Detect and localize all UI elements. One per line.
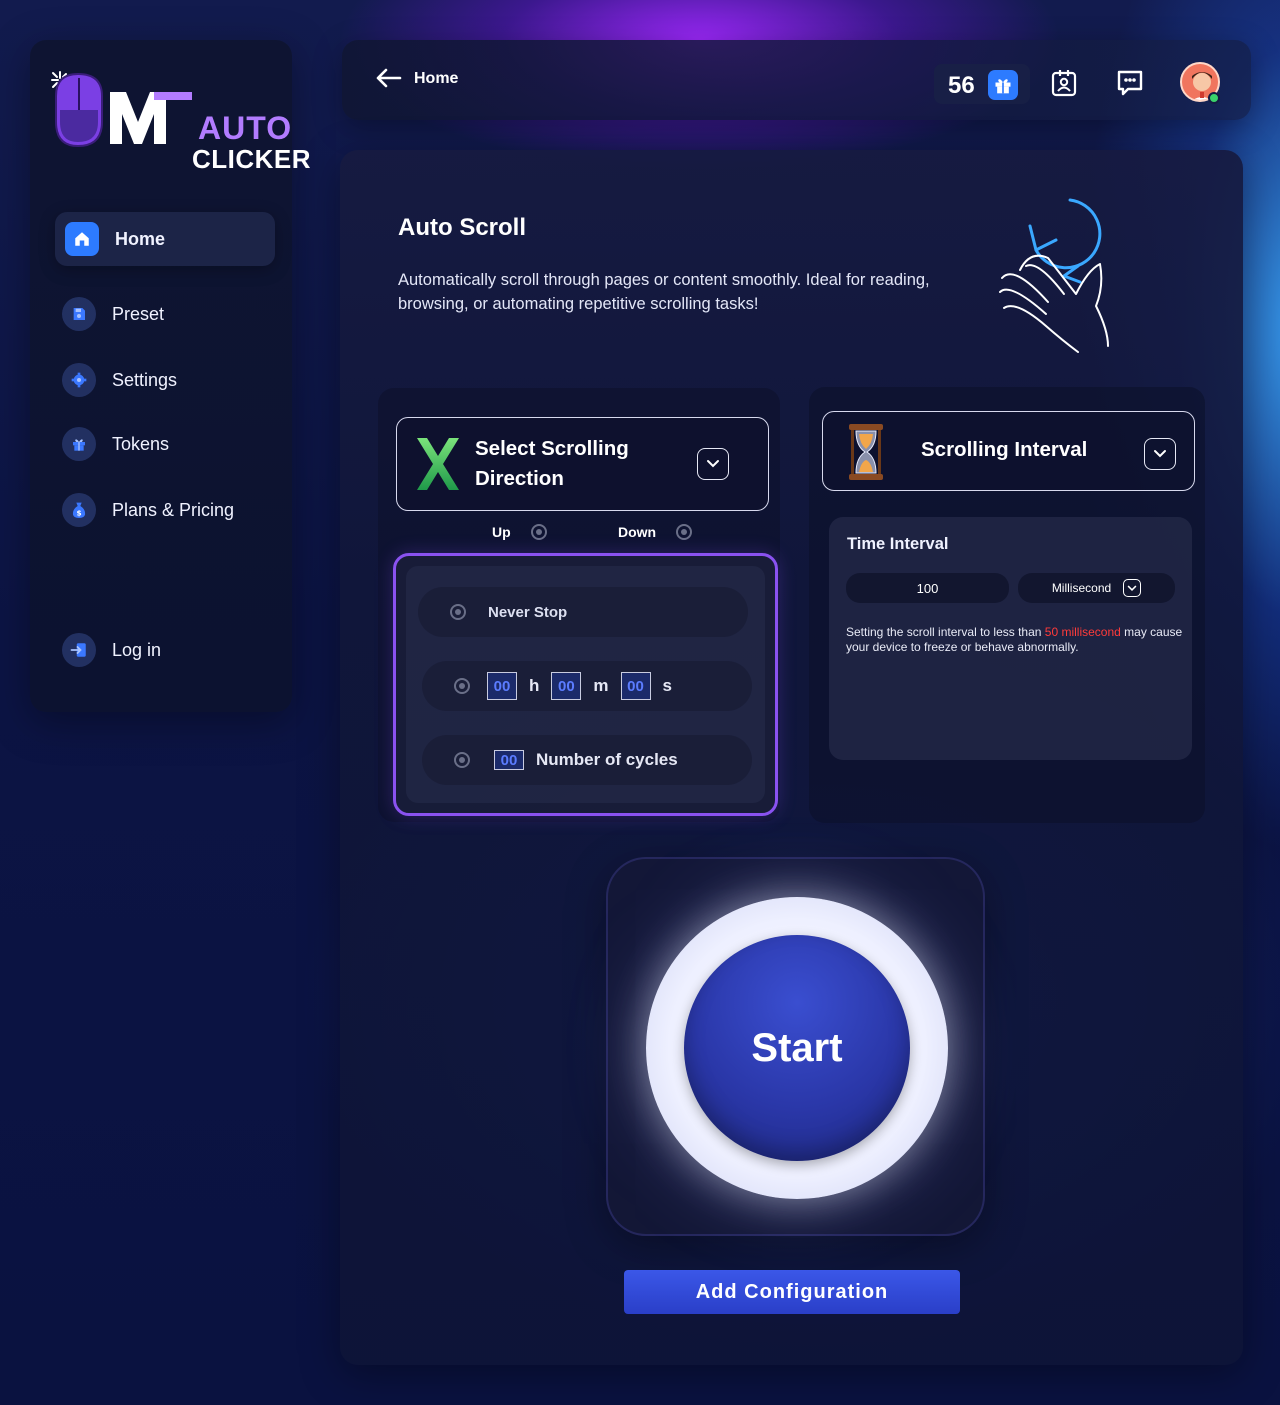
direction-down-radio[interactable]	[676, 524, 693, 540]
token-balance[interactable]: 56	[934, 64, 1030, 104]
minutes-input[interactable]: 00	[551, 672, 582, 700]
duration-option[interactable]: 00 h 00 m 00 s	[422, 661, 752, 711]
cycles-input[interactable]: 00	[494, 750, 524, 770]
login-icon	[62, 633, 96, 667]
start-panel: Start	[606, 857, 985, 1236]
logo-text-clicker: CLICKER	[192, 144, 312, 174]
never-stop-label: Never Stop	[488, 603, 568, 621]
direction-option-up[interactable]: Up	[492, 524, 547, 540]
hours-unit: h	[529, 676, 540, 695]
breadcrumb[interactable]: Home	[414, 70, 458, 88]
logo-text-auto: AUTO	[198, 110, 293, 146]
direction-option-label: Down	[618, 524, 657, 540]
direction-up-radio[interactable]	[530, 524, 547, 540]
time-interval-label: Time Interval	[847, 535, 949, 553]
chevron-down-icon[interactable]	[697, 448, 729, 480]
sidebar-item-label: Plans & Pricing	[112, 499, 235, 520]
scroll-interval-label: Scrolling Interval	[921, 438, 1088, 461]
scroll-direction-label: Select Scrolling Direction	[475, 437, 629, 490]
chevron-down-icon[interactable]	[1144, 438, 1176, 470]
gift-icon	[62, 427, 96, 461]
sidebar-item-home[interactable]: Home	[55, 212, 275, 266]
never-stop-option[interactable]: Never Stop	[418, 587, 748, 637]
direction-option-down[interactable]: Down	[618, 524, 693, 540]
save-icon	[62, 297, 96, 331]
minutes-unit: m	[593, 676, 609, 695]
sidebar-item-label: Tokens	[112, 433, 170, 454]
svg-text:$: $	[76, 508, 81, 517]
seconds-unit: s	[662, 676, 672, 695]
main-panel: Auto Scroll Automatically scroll through…	[340, 150, 1243, 1365]
page-description: Automatically scroll through pages or co…	[398, 271, 930, 313]
interval-warning: Setting the scroll interval to less than…	[846, 625, 1183, 654]
login-button[interactable]: Log in	[56, 624, 274, 676]
back-arrow-icon[interactable]	[372, 62, 404, 94]
sidebar-item-settings[interactable]: Settings	[56, 354, 274, 406]
sidebar-item-label: Home	[115, 228, 166, 249]
top-bar: Home 56	[342, 40, 1251, 120]
start-ring: Start	[646, 897, 948, 1199]
stop-condition-panel: Never Stop 00 h 00 m 00 s 00 Number of c…	[393, 553, 778, 816]
cycles-label: Number of cycles	[536, 750, 678, 769]
interval-unit-select[interactable]: Millisecond	[1018, 573, 1175, 603]
add-configuration-button[interactable]: Add Configuration	[624, 1270, 960, 1314]
chevron-down-icon	[1123, 579, 1142, 597]
time-interval-card: Time Interval 100 Millisecond Setting th…	[829, 517, 1192, 760]
hours-input[interactable]: 00	[487, 672, 517, 700]
interval-unit-label: Millisecond	[1051, 581, 1112, 595]
interval-value-input[interactable]: 100	[846, 573, 1009, 603]
direction-option-label: Up	[492, 524, 511, 540]
online-status-dot	[1208, 92, 1220, 104]
mouse-logo-icon	[51, 71, 192, 148]
sidebar-item-plans-pricing[interactable]: $ Plans & Pricing	[56, 484, 274, 536]
sidebar-item-tokens[interactable]: Tokens	[56, 418, 274, 470]
scroll-interval-select[interactable]: Scrolling Interval	[822, 411, 1195, 491]
contact-card-icon[interactable]	[1047, 66, 1081, 100]
home-icon	[65, 222, 99, 256]
warning-highlight: 50 millisecond	[1044, 625, 1121, 639]
sidebar-item-preset[interactable]: Preset	[56, 288, 274, 340]
gear-icon	[62, 363, 96, 397]
page-title: Auto Scroll	[398, 214, 527, 241]
cycles-option[interactable]: 00 Number of cycles	[422, 735, 752, 785]
duration-radio[interactable]	[454, 678, 470, 694]
sidebar-item-label: Preset	[112, 303, 165, 324]
cycles-radio[interactable]	[454, 752, 470, 768]
brand-logo[interactable]: AUTO CLICKER	[50, 70, 311, 174]
never-stop-radio[interactable]	[450, 604, 466, 620]
sidebar: AUTO CLICKER Home Preset Settings Tokens…	[30, 40, 311, 712]
token-count: 56	[948, 72, 975, 99]
hourglass-icon	[849, 424, 883, 480]
login-label: Log in	[112, 639, 162, 660]
sidebar-item-label: Settings	[112, 369, 178, 390]
scroll-direction-select[interactable]: Select Scrolling Direction	[396, 417, 769, 511]
scroll-hand-illustration	[999, 198, 1109, 353]
seconds-input[interactable]: 00	[620, 672, 651, 700]
money-bag-icon: $	[62, 493, 96, 527]
start-button[interactable]: Start	[684, 935, 910, 1161]
direction-x-icon	[417, 438, 459, 490]
gift-icon	[988, 70, 1018, 100]
chat-icon[interactable]	[1113, 66, 1147, 100]
